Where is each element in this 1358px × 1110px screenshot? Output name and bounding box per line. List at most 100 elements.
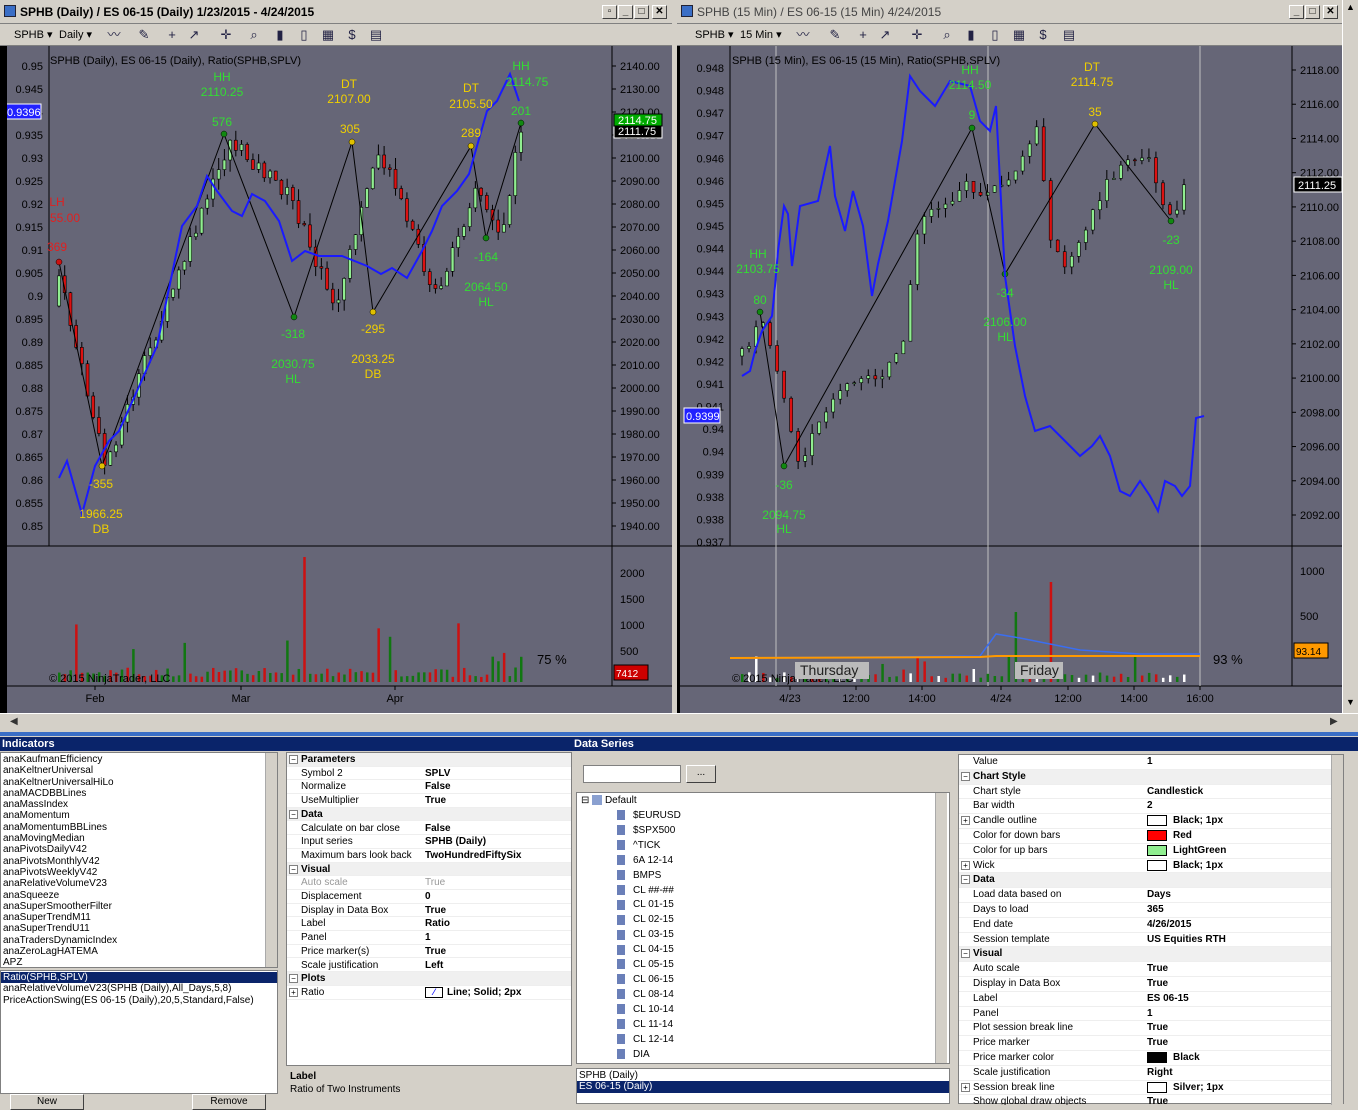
tree-instrument-item[interactable]: $SPX500	[615, 824, 935, 839]
tree-instrument-item[interactable]: ^TICK	[615, 839, 935, 854]
property-row[interactable]: + Wick Black; 1px	[959, 859, 1331, 874]
property-value[interactable]: 365	[1147, 904, 1164, 915]
bars-icon[interactable]: ▮	[963, 27, 979, 43]
left-plot-area[interactable]: 2140.002130.002120.002110.002100.002090.…	[4, 46, 672, 714]
property-row[interactable]: Label Ratio	[287, 917, 571, 932]
workspace-scrollbar[interactable]: ▲ ▼	[1342, 0, 1358, 714]
property-value[interactable]: True	[425, 795, 446, 806]
maximize-icon[interactable]: □	[634, 5, 649, 19]
list-item[interactable]: PriceActionSwing(ES 06-15 (Daily),20,5,S…	[1, 995, 277, 1006]
selected-series-list[interactable]: SPHB (Daily) ES 06-15 (Daily)	[576, 1068, 950, 1104]
property-row[interactable]: Session template US Equities RTH	[959, 933, 1331, 948]
property-value[interactable]: 2	[1147, 800, 1153, 811]
property-row[interactable]: Displacement 0	[287, 890, 571, 904]
property-value[interactable]: Black; 1px	[1147, 859, 1223, 871]
property-value[interactable]: SPHB (Daily)	[425, 836, 486, 847]
list-item[interactable]: anaZeroLagHATEMA	[1, 946, 263, 957]
collapse-icon[interactable]: −	[961, 875, 970, 885]
zoom-icon[interactable]: ⌕	[939, 27, 955, 43]
property-row[interactable]: Symbol 2 SPLV	[287, 767, 571, 781]
property-value[interactable]: 1	[1147, 756, 1153, 767]
property-value[interactable]: Right	[1147, 1067, 1173, 1078]
list-item[interactable]: anaMACDBBLines	[1, 788, 263, 799]
property-row[interactable]: Price marker color Black	[959, 1051, 1331, 1066]
tree-instrument-item[interactable]: CL 05-15	[615, 958, 935, 973]
tree-instrument-item[interactable]: CL 06-15	[615, 973, 935, 988]
property-value[interactable]: Left	[425, 960, 443, 971]
restore-icon[interactable]: ▫	[602, 5, 617, 19]
property-value[interactable]: Black	[1147, 1052, 1200, 1063]
list-item[interactable]: anaSqueeze	[1, 890, 263, 901]
expand-icon[interactable]: +	[289, 987, 298, 997]
property-category[interactable]: − Data	[287, 807, 571, 822]
indicators-available-list[interactable]: anaKaufmanEfficiency anaKeltnerUniversal a…	[0, 752, 278, 968]
tree-instrument-item[interactable]: CL 02-15	[615, 913, 935, 928]
property-row[interactable]: Input series SPHB (Daily)	[287, 835, 571, 849]
property-row[interactable]: Display in Data Box True	[959, 977, 1331, 992]
expand-icon[interactable]: +	[961, 860, 970, 870]
tree-instrument-item[interactable]: CL 11-14	[615, 1018, 935, 1033]
property-row[interactable]: Color for up bars LightGreen	[959, 844, 1331, 859]
remove-indicator-button[interactable]: Remove	[192, 1094, 266, 1110]
property-value[interactable]: ⁄ Line; Solid; 2px	[425, 986, 521, 998]
pencil-icon[interactable]: ✎	[827, 27, 843, 43]
property-value[interactable]: True	[1147, 1037, 1168, 1048]
tree-instrument-item[interactable]: CL 03-15	[615, 928, 935, 943]
property-row[interactable]: Plot session break line True	[959, 1021, 1331, 1037]
property-category[interactable]: − Data	[959, 873, 1331, 889]
property-value[interactable]: True	[1147, 963, 1168, 974]
property-value[interactable]: True	[425, 905, 446, 916]
maximize-icon[interactable]: □	[1305, 5, 1320, 19]
property-row[interactable]: Auto scale True	[959, 962, 1331, 977]
list-item[interactable]: anaKaufmanEfficiency	[1, 754, 263, 765]
tree-root[interactable]: ⊟ Default	[581, 795, 637, 806]
list-item[interactable]: anaKeltnerUniversal	[1, 765, 263, 776]
list-item[interactable]: anaRelativeVolumeV23	[1, 878, 263, 889]
list-item[interactable]: SPHB (Daily)	[577, 1070, 949, 1081]
chart-properties-icon[interactable]: ▦	[1011, 27, 1027, 43]
close-icon[interactable]: ✕	[1323, 5, 1338, 19]
property-row[interactable]: Normalize False	[287, 780, 571, 795]
property-row[interactable]: Scale justification Right	[959, 1066, 1331, 1081]
instrument-tree[interactable]: ⊟ Default $EURUSD $SPX500 ^TICK 6A 12-14 BMP…	[576, 792, 950, 1064]
property-category[interactable]: − Visual	[959, 947, 1331, 963]
scroll-up-icon[interactable]: ▲	[1346, 2, 1355, 12]
property-row[interactable]: Panel 1	[959, 1007, 1331, 1022]
list-item[interactable]: anaRelativeVolumeV23(SPHB (Daily),All_Da…	[1, 983, 277, 994]
tree-instrument-item[interactable]: CL 12-14	[615, 1033, 935, 1048]
tree-instrument-item[interactable]: BMPS	[615, 869, 935, 884]
property-row[interactable]: Auto scale True	[287, 876, 571, 890]
indicators-applied-list[interactable]: Ratio(SPHB,SPLV) anaRelativeVolumeV23(SPH…	[0, 970, 278, 1094]
list-item[interactable]: anaSuperTrendM11	[1, 912, 263, 923]
zoom-icon[interactable]: ⌕	[246, 27, 262, 43]
property-row[interactable]: Display in Data Box True	[287, 904, 571, 918]
property-row[interactable]: Scale justification Left	[287, 959, 571, 973]
instrument-search-input[interactable]	[583, 765, 681, 783]
list-item[interactable]: Ratio(SPHB,SPLV)	[1, 972, 277, 984]
add-indicator-icon[interactable]: +	[855, 27, 871, 43]
pointer-icon[interactable]: ↗	[186, 27, 202, 43]
available-list-scrollbar[interactable]	[265, 753, 277, 967]
property-row[interactable]: Bar width 2	[959, 799, 1331, 815]
pointer-icon[interactable]: ↗	[877, 27, 893, 43]
property-row[interactable]: Chart style Candlestick	[959, 785, 1331, 800]
property-value[interactable]: True	[425, 946, 446, 957]
property-value[interactable]: TwoHundredFiftySix	[425, 850, 521, 861]
tree-scrollbar[interactable]	[935, 793, 947, 1063]
minimize-icon[interactable]: _	[618, 5, 633, 19]
new-indicator-button[interactable]: New	[10, 1094, 84, 1110]
tree-instrument-item[interactable]: CL 04-15	[615, 943, 935, 958]
property-value[interactable]: ES 06-15	[1147, 993, 1189, 1004]
property-row[interactable]: Price marker(s) True	[287, 945, 571, 959]
property-value[interactable]: False	[425, 781, 451, 792]
property-category[interactable]: − Parameters	[287, 753, 571, 767]
property-row[interactable]: + Candle outline Black; 1px	[959, 814, 1331, 829]
properties-scrollbar[interactable]	[1331, 755, 1343, 1105]
scroll-down-icon[interactable]: ▼	[1346, 697, 1355, 707]
property-value[interactable]: US Equities RTH	[1147, 934, 1226, 945]
property-category[interactable]: − Chart Style	[959, 769, 1331, 785]
property-value[interactable]: 1	[425, 932, 431, 943]
charts-horizontal-scrollbar[interactable]: ◀ ▶	[0, 713, 1358, 731]
bars-icon[interactable]: ▮	[272, 27, 288, 43]
property-category[interactable]: − Plots	[287, 972, 571, 986]
